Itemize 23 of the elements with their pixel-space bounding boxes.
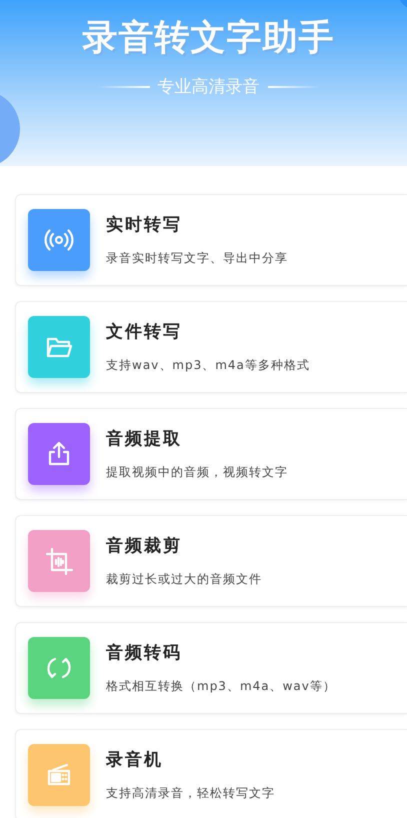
feature-card[interactable]: 音频转码 格式相互转换（mp3、m4a、wav等） (15, 622, 407, 714)
feature-title: 音频提取 (106, 428, 183, 450)
feature-title: 实时转写 (106, 214, 183, 236)
feature-card[interactable]: 实时转写 录音实时转写文字、导出中分享 (15, 194, 407, 286)
feature-card[interactable]: 音频裁剪 裁剪过长或过大的音频文件 (15, 515, 407, 607)
feature-description: 录音实时转写文字、导出中分享 (106, 250, 288, 267)
feature-title: 音频转码 (106, 642, 183, 664)
crop-icon (43, 545, 75, 577)
feature-description: 格式相互转换（mp3、m4a、wav等） (106, 678, 336, 695)
feature-title: 录音机 (106, 749, 164, 771)
app-subtitle: 专业高清录音 (158, 76, 260, 98)
feature-description: 裁剪过长或过大的音频文件 (106, 571, 262, 588)
feature-card[interactable]: 文件转写 支持wav、mp3、m4a等多种格式 (15, 301, 407, 393)
app-title: 录音转文字助手 (81, 17, 334, 60)
feature-title: 文件转写 (106, 321, 183, 343)
feature-card[interactable]: 音频提取 提取视频中的音频，视频转文字 (15, 408, 407, 500)
feature-title: 音频裁剪 (106, 535, 183, 557)
feature-description: 提取视频中的音频，视频转文字 (106, 464, 288, 481)
divider-line (98, 86, 150, 88)
feature-card[interactable]: 录音机 支持高清录音，轻松转写文字 (15, 729, 407, 818)
feature-description: 支持高清录音，轻松转写文字 (106, 785, 275, 802)
divider-line (268, 86, 320, 88)
feature-description: 支持wav、mp3、m4a等多种格式 (106, 357, 310, 374)
